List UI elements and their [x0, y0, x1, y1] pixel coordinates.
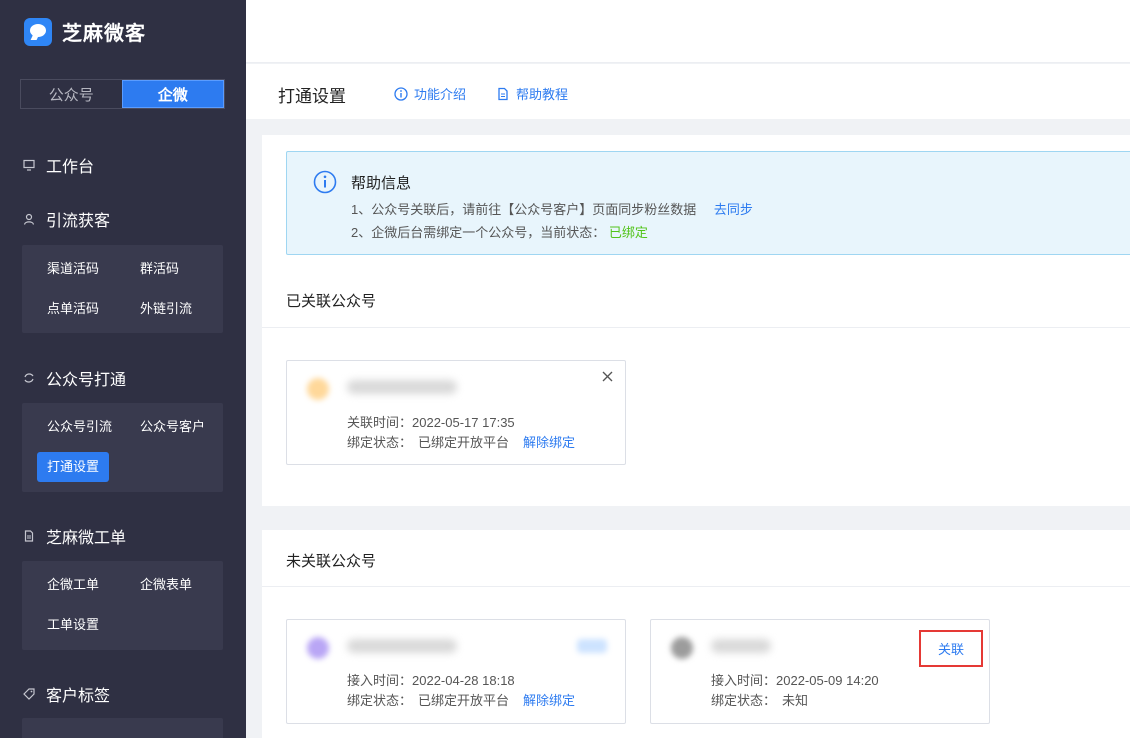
- access-time-value: 2022-04-28 18:18: [412, 673, 515, 688]
- nav-workbench[interactable]: 工作台: [22, 153, 94, 177]
- bind-status-badge: 已绑定: [608, 225, 648, 240]
- sidebar: 芝麻微客 公众号 企微 工作台 引流获客 渠道活码 群活码 点单活码 外链引流 …: [0, 0, 246, 738]
- bind-status-value: 未知: [782, 693, 809, 708]
- bind-status-row: 绑定状态： 未知: [711, 690, 808, 709]
- sidebar-item-wecom-ticket[interactable]: 企微工单: [37, 570, 109, 600]
- access-time-row: 接入时间：2022-04-28 18:18: [347, 670, 515, 689]
- document-icon: [22, 529, 36, 543]
- go-sync-link[interactable]: 去同步: [714, 202, 753, 217]
- tags-submenu: [22, 718, 223, 738]
- link-time-value: 2022-05-17 17:35: [412, 415, 515, 430]
- account-name-blurred: [711, 639, 771, 653]
- bind-status-label: 绑定状态：: [347, 435, 413, 450]
- alert-line-1: 1、公众号关联后，请前往【公众号客户】页面同步粉丝数据 去同步: [351, 199, 753, 218]
- avatar: [307, 378, 329, 400]
- info-icon: [394, 86, 408, 101]
- nav-lead-label: 引流获客: [46, 213, 111, 230]
- bind-status-label: 绑定状态：: [347, 693, 413, 708]
- nav-workbench-label: 工作台: [46, 159, 95, 176]
- account-type-switch: 公众号 企微: [20, 79, 225, 109]
- top-bar: [246, 0, 1130, 63]
- sidebar-item-wecom-form[interactable]: 企微表单: [130, 570, 202, 600]
- unlinked-section-title: 未关联公众号: [286, 553, 377, 570]
- bind-status-label: 绑定状态：: [711, 693, 777, 708]
- nav-lead[interactable]: 引流获客: [22, 207, 110, 231]
- unbind-link[interactable]: 解除绑定: [523, 435, 575, 450]
- user-icon: [22, 212, 36, 226]
- sync-icon: [22, 371, 36, 385]
- app-name: 芝麻微客: [62, 23, 146, 45]
- access-time-label: 接入时间：: [347, 673, 413, 688]
- nav-tags-label: 客户标签: [46, 688, 111, 705]
- nav-tags[interactable]: 客户标签: [22, 682, 110, 706]
- page-header: 打通设置 功能介绍 帮助教程: [246, 64, 1130, 119]
- access-time-value: 2022-05-09 14:20: [776, 673, 879, 688]
- nav-ticket-label: 芝麻微工单: [46, 530, 127, 547]
- feature-intro-link[interactable]: 功能介绍: [394, 84, 466, 103]
- page-title: 打通设置: [278, 87, 346, 106]
- nav-oa-label: 公众号打通: [46, 372, 127, 389]
- info-icon: [313, 170, 337, 194]
- ticket-submenu: 企微工单 企微表单 工单设置: [22, 561, 223, 650]
- account-name-blurred: [347, 639, 457, 653]
- monitor-icon: [22, 158, 36, 172]
- associate-button[interactable]: 关联: [919, 630, 983, 667]
- link-time-row: 关联时间：2022-05-17 17:35: [347, 412, 515, 431]
- sidebar-item-oa-customers[interactable]: 公众号客户: [130, 412, 215, 442]
- help-alert: 帮助信息 1、公众号关联后，请前往【公众号客户】页面同步粉丝数据 去同步 2、企…: [286, 151, 1130, 255]
- avatar: [671, 637, 693, 659]
- account-name-blurred: [347, 380, 457, 394]
- lead-submenu: 渠道活码 群活码 点单活码 外链引流: [22, 245, 223, 333]
- account-tag-blurred: [577, 639, 607, 653]
- access-time-row: 接入时间：2022-05-09 14:20: [711, 670, 879, 689]
- divider: [262, 327, 1130, 328]
- sidebar-item-connect-settings[interactable]: 打通设置: [37, 452, 110, 482]
- linked-section-title: 已关联公众号: [286, 293, 377, 310]
- switch-oa-tab[interactable]: 公众号: [21, 80, 122, 108]
- alert-line-1-text: 1、公众号关联后，请前往【公众号客户】页面同步粉丝数据: [351, 202, 697, 217]
- avatar: [307, 637, 329, 659]
- alert-line-2-text: 2、企微后台需绑定一个公众号，当前状态：: [351, 225, 606, 240]
- help-tutorial-label: 帮助教程: [516, 87, 569, 102]
- alert-title: 帮助信息: [351, 175, 412, 192]
- alert-line-2: 2、企微后台需绑定一个公众号，当前状态： 已绑定: [351, 222, 648, 241]
- unlinked-account-card: 接入时间：2022-04-28 18:18 绑定状态： 已绑定开放平台 解除绑定: [286, 619, 626, 724]
- linked-account-card: 关联时间：2022-05-17 17:35 绑定状态： 已绑定开放平台 解除绑定: [286, 360, 626, 465]
- nav-oa[interactable]: 公众号打通: [22, 366, 126, 390]
- sidebar-item-external-link[interactable]: 外链引流: [130, 294, 202, 324]
- sidebar-item-ticket-settings[interactable]: 工单设置: [37, 610, 109, 640]
- switch-wecom-tab[interactable]: 企微: [121, 80, 224, 108]
- doc-icon: [498, 87, 508, 100]
- sidebar-item-group-code[interactable]: 群活码: [130, 254, 189, 284]
- linked-card: 帮助信息 1、公众号关联后，请前往【公众号客户】页面同步粉丝数据 去同步 2、企…: [262, 135, 1130, 506]
- oa-submenu: 公众号引流 公众号客户 打通设置: [22, 403, 223, 492]
- help-tutorial-link[interactable]: 帮助教程: [496, 84, 568, 103]
- link-time-label: 关联时间：: [347, 415, 413, 430]
- bind-status-value: 已绑定开放平台: [418, 435, 510, 450]
- nav-ticket[interactable]: 芝麻微工单: [22, 524, 126, 548]
- access-time-label: 接入时间：: [711, 673, 777, 688]
- bind-status-row: 绑定状态： 已绑定开放平台 解除绑定: [347, 432, 575, 451]
- bind-status-row: 绑定状态： 已绑定开放平台 解除绑定: [347, 690, 575, 709]
- divider: [262, 586, 1130, 587]
- unbind-link[interactable]: 解除绑定: [523, 693, 575, 708]
- unlinked-card: 未关联公众号 接入时间：2022-04-28 18:18 绑定状态： 已绑定开放平…: [262, 530, 1130, 738]
- sidebar-item-order-code[interactable]: 点单活码: [37, 294, 109, 324]
- chat-logo-icon: [24, 17, 52, 46]
- unlinked-account-card: 关联 接入时间：2022-05-09 14:20 绑定状态： 未知: [650, 619, 990, 724]
- close-icon[interactable]: [602, 369, 613, 385]
- app-logo[interactable]: 芝麻微客: [24, 17, 146, 46]
- feature-intro-label: 功能介绍: [414, 87, 467, 102]
- sidebar-item-channel-code[interactable]: 渠道活码: [37, 254, 109, 284]
- sidebar-item-oa-lead[interactable]: 公众号引流: [37, 412, 122, 442]
- tag-icon: [22, 687, 36, 701]
- bind-status-value: 已绑定开放平台: [418, 693, 510, 708]
